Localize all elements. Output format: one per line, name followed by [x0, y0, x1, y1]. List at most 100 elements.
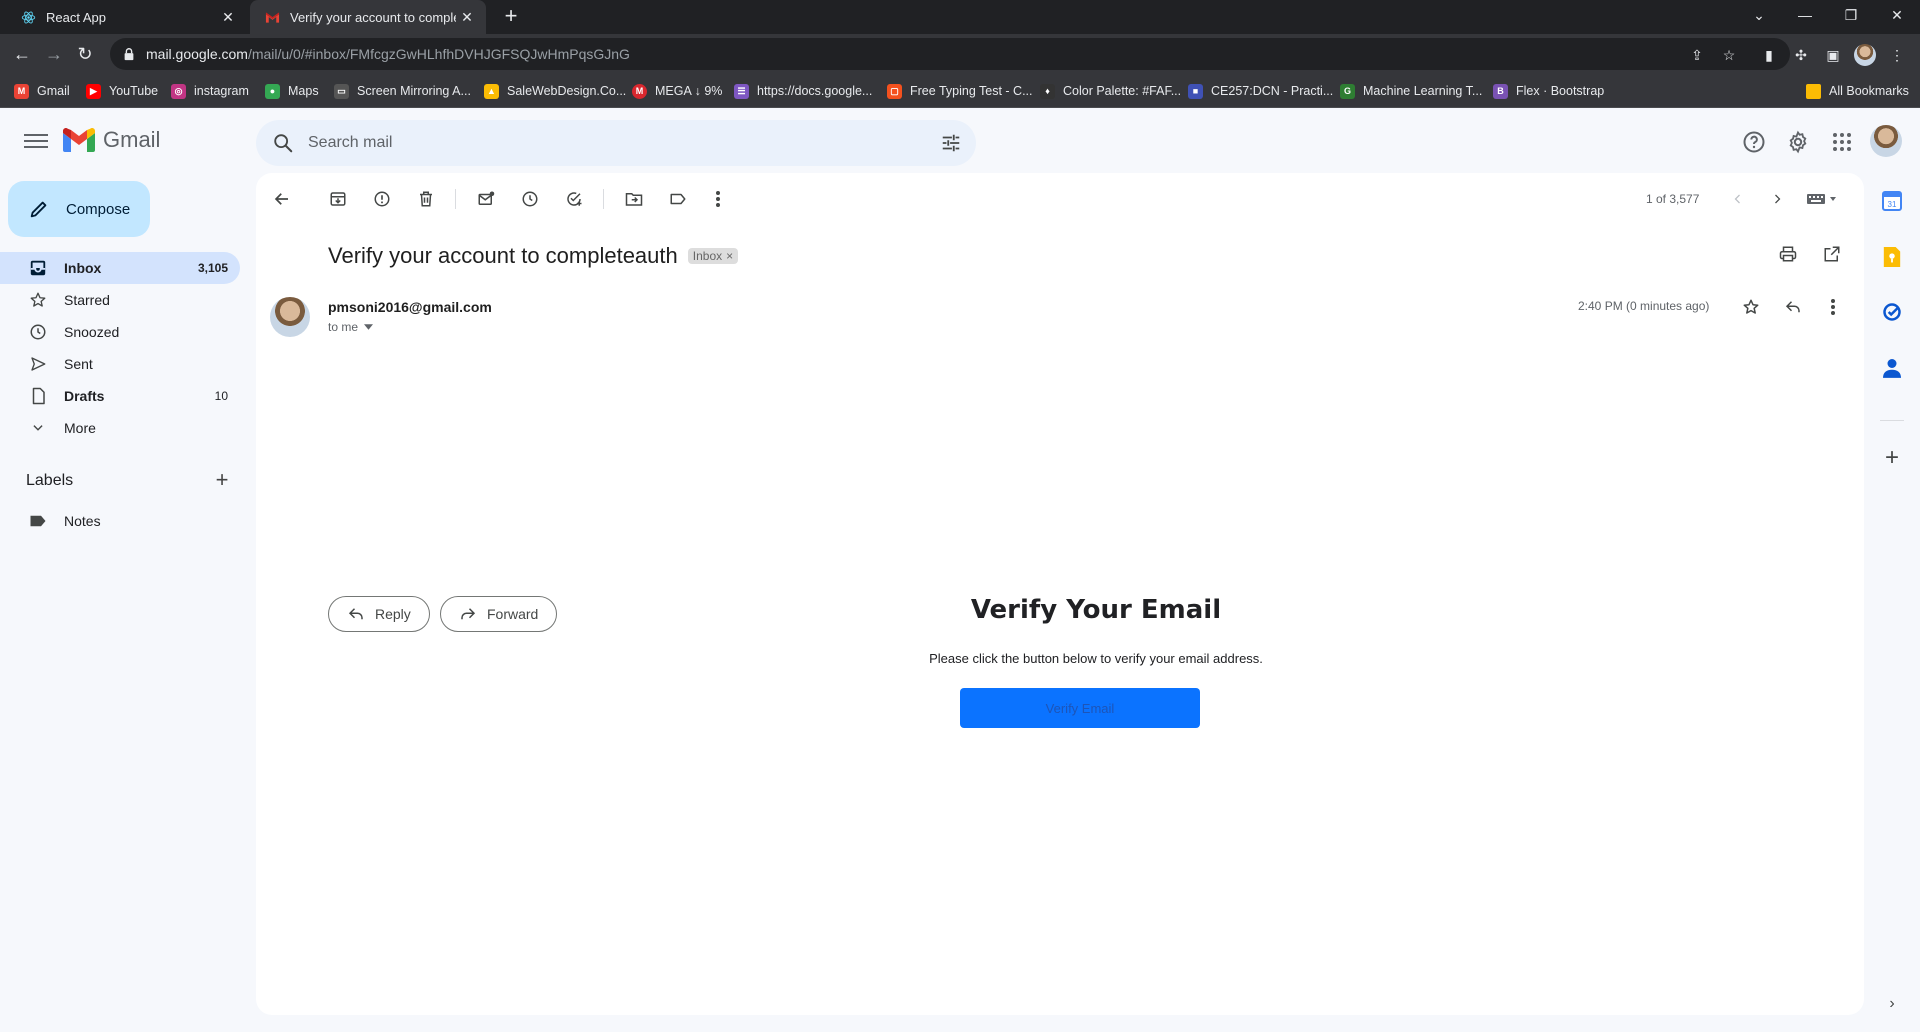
close-icon[interactable]: ✕ — [456, 9, 478, 26]
keep-icon[interactable] — [1878, 243, 1906, 271]
google-apps-icon[interactable] — [1828, 128, 1856, 156]
move-to-icon[interactable] — [622, 187, 646, 211]
add-label-button[interactable]: + — [210, 468, 234, 492]
main-menu-icon[interactable] — [22, 130, 50, 154]
bookmark-color-palette[interactable]: ♦ Color Palette: #FAF... — [1040, 81, 1181, 101]
get-addons-plus-icon[interactable]: + — [1878, 444, 1906, 472]
tab-search-icon[interactable]: ⌄ — [1736, 0, 1782, 34]
sidebar-item-snoozed[interactable]: Snoozed — [0, 316, 240, 348]
omnibox[interactable]: mail.google.com /mail/u/0/#inbox/FMfcgzG… — [110, 38, 1790, 70]
label-as-icon[interactable] — [666, 187, 690, 211]
bookmark-google-docs[interactable]: ☰ https://docs.google... — [734, 81, 872, 101]
back-icon[interactable]: ← — [8, 40, 36, 68]
recipient-text: to me — [328, 320, 359, 334]
bookmark-bootstrap[interactable]: B Flex · Bootstrap — [1493, 81, 1604, 101]
verify-email-button[interactable]: Verify Email — [960, 688, 1200, 728]
typing-test-icon: ▢ — [887, 83, 902, 99]
calendar-icon[interactable]: 31 — [1878, 187, 1906, 215]
sender-address[interactable]: pmsoni2016@gmail.com — [328, 299, 492, 315]
maps-icon: ● — [265, 83, 280, 99]
add-task-icon[interactable] — [562, 187, 586, 211]
tab-gmail[interactable]: Verify your account to completeauth ✕ — [250, 0, 486, 34]
docs-icon: ☰ — [734, 83, 749, 99]
bookmark-instagram[interactable]: ◎ instagram — [171, 81, 249, 101]
all-bookmarks[interactable]: All Bookmarks — [1806, 81, 1909, 101]
forward-button[interactable]: Forward — [440, 596, 558, 632]
star-icon[interactable] — [1739, 295, 1763, 319]
toolbar-divider — [455, 189, 456, 209]
minimize-icon[interactable]: — — [1782, 0, 1828, 34]
search-options-icon[interactable] — [940, 132, 962, 154]
contacts-icon[interactable] — [1878, 354, 1906, 382]
pencil-icon — [30, 201, 47, 218]
puzzle-icon[interactable]: ✣ — [1790, 44, 1812, 66]
bookmark-maps[interactable]: ● Maps — [265, 81, 319, 101]
gmail-logo[interactable]: Gmail — [63, 127, 160, 153]
sidebar-item-more[interactable]: More — [0, 412, 240, 444]
share-icon[interactable]: ⇪ — [1686, 44, 1708, 66]
label-icon — [28, 511, 48, 531]
new-tab-button[interactable]: + — [498, 4, 524, 30]
forward-icon[interactable]: → — [40, 40, 68, 68]
snooze-icon[interactable] — [518, 187, 542, 211]
help-icon[interactable] — [1740, 128, 1768, 156]
details-chevron-down-icon[interactable] — [364, 324, 374, 330]
gmail-icon: M — [14, 83, 29, 99]
open-new-window-icon[interactable] — [1820, 242, 1844, 266]
recipient-line[interactable]: to me — [328, 320, 374, 334]
search-bar[interactable] — [256, 120, 976, 166]
bookmark-youtube[interactable]: ▶ YouTube — [86, 81, 158, 101]
bookmark-salewebdesign[interactable]: ▲ SaleWebDesign.Co... — [484, 81, 626, 101]
more-options-icon[interactable] — [706, 187, 730, 211]
badge-label: Inbox — [692, 249, 723, 263]
account-avatar[interactable] — [1870, 125, 1902, 157]
sidebar-item-label: Drafts — [64, 388, 105, 404]
sidebar-item-sent[interactable]: Sent — [0, 348, 240, 380]
window-close-icon[interactable]: ✕ — [1874, 0, 1920, 34]
bookmark-gmail[interactable]: M Gmail — [14, 81, 70, 101]
tab-react-app[interactable]: React App ✕ — [0, 0, 247, 34]
reply-icon[interactable] — [1781, 295, 1805, 319]
sidebar-item-label: Snoozed — [64, 324, 120, 340]
inbox-label-badge[interactable]: Inbox × — [687, 248, 739, 264]
sidebar-item-drafts[interactable]: Drafts 10 — [0, 380, 240, 412]
hide-side-panel-chevron-icon[interactable]: › — [1878, 990, 1906, 1018]
bookmark-machine-learning[interactable]: G Machine Learning T... — [1340, 81, 1482, 101]
profile-avatar[interactable] — [1854, 44, 1876, 66]
sidebar-item-notes[interactable]: Notes — [0, 505, 240, 537]
side-panel-icon[interactable]: ▣ — [1822, 44, 1844, 66]
sidebar-item-inbox[interactable]: Inbox 3,105 — [0, 252, 240, 284]
bookmark-typing-test[interactable]: ▢ Free Typing Test - C... — [887, 81, 1033, 101]
tasks-icon[interactable] — [1878, 298, 1906, 326]
delete-icon[interactable] — [414, 187, 438, 211]
mark-unread-icon[interactable] — [474, 187, 498, 211]
extension-icon[interactable]: ▮ — [1758, 44, 1780, 66]
print-icon[interactable] — [1776, 242, 1800, 266]
back-to-inbox-icon[interactable] — [270, 187, 294, 211]
restore-icon[interactable]: ❐ — [1828, 0, 1874, 34]
bookmark-screen-mirroring[interactable]: ▭ Screen Mirroring A... — [334, 81, 471, 101]
bookmark-star-icon[interactable]: ☆ — [1718, 44, 1740, 66]
youtube-icon: ▶ — [86, 83, 101, 99]
remove-label-icon[interactable]: × — [726, 249, 733, 263]
archive-icon[interactable] — [326, 187, 350, 211]
search-icon[interactable] — [272, 132, 294, 154]
input-tools-keyboard-icon[interactable] — [1802, 187, 1842, 211]
message-more-icon[interactable] — [1821, 295, 1845, 319]
compose-button[interactable]: Compose — [8, 181, 150, 237]
report-spam-icon[interactable] — [370, 187, 394, 211]
bookmark-ce257[interactable]: ■ CE257:DCN - Practi... — [1188, 81, 1333, 101]
older-chevron-right-icon[interactable] — [1765, 187, 1789, 211]
close-icon[interactable]: ✕ — [217, 9, 239, 26]
reply-button[interactable]: Reply — [328, 596, 430, 632]
forward-icon — [461, 608, 476, 620]
mega-icon: M — [632, 83, 647, 99]
settings-gear-icon[interactable] — [1784, 128, 1812, 156]
sidebar-item-starred[interactable]: Starred — [0, 284, 240, 316]
search-input[interactable] — [308, 134, 908, 152]
chrome-menu-icon[interactable]: ⋮ — [1886, 44, 1908, 66]
bookmark-mega[interactable]: M MEGA ↓ 9% — [632, 81, 722, 101]
sender-avatar[interactable] — [270, 297, 310, 337]
newer-chevron-left-icon[interactable] — [1726, 187, 1750, 211]
reload-icon[interactable]: ↻ — [71, 40, 99, 68]
